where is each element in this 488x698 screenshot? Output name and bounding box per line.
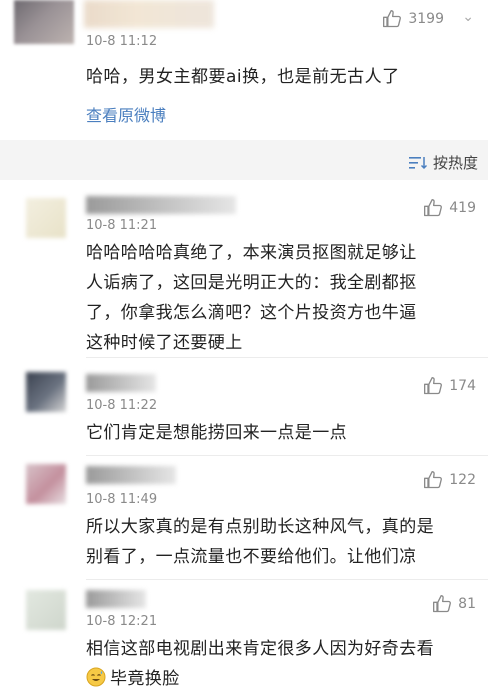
comment-line: 它们肯定是想能捞回来一点是一点 <box>86 423 347 443</box>
comment-line: 所以大家真的是有点别助长这种风气，真的是 <box>86 517 434 537</box>
comment-line: 毕竟换脸 <box>110 669 180 689</box>
username-blurred[interactable] <box>86 196 236 214</box>
comment-time: 10-8 12:21 <box>86 614 158 629</box>
like-count: 81 <box>458 596 476 612</box>
comment-item: 10-8 11:21 419 哈哈哈哈哈真绝了，本来演员抠图就足够让 人诟病了，… <box>0 180 488 358</box>
comment-text: 哈哈哈哈哈真绝了，本来演员抠图就足够让 人诟病了，这回是光明正大的：我全剧都抠 … <box>86 238 466 358</box>
comment-text: 所以大家真的是有点别助长这种风气，真的是 别看了，一点流量也不要给他们。让他们凉 <box>86 512 466 572</box>
thumbs-up-icon <box>424 471 443 489</box>
thumbs-up-icon <box>424 377 443 395</box>
comment-line: 相信这部电视剧出来肯定很多人因为好奇去看 <box>86 639 434 659</box>
sort-label: 按热度 <box>432 154 478 172</box>
comment-text: 相信这部电视剧出来肯定很多人因为好奇去看 毕竟换脸 <box>86 634 466 694</box>
like-button[interactable]: 174 <box>423 376 476 396</box>
thumbs-up-icon <box>424 199 443 217</box>
avatar[interactable] <box>26 464 66 504</box>
like-button[interactable]: 122 <box>423 470 476 490</box>
like-count: 122 <box>449 472 476 488</box>
like-count: 3199 <box>408 11 444 27</box>
like-count: 174 <box>449 378 476 394</box>
avatar[interactable] <box>26 198 66 238</box>
like-button[interactable]: 419 <box>423 198 476 218</box>
sort-by-hot-button[interactable]: 按热度 <box>408 152 478 173</box>
comment-item: 10-8 11:49 122 所以大家真的是有点别助长这种风气，真的是 别看了，… <box>0 456 488 580</box>
more-icon[interactable]: ⌄ <box>462 9 474 25</box>
top-comment-card: 10-8 11:12 3199 ⌄ 哈哈，男女主都要ai换，也是前无古人了 查看… <box>0 0 488 140</box>
comment-item: 10-8 11:22 174 它们肯定是想能捞回来一点是一点 <box>0 358 488 456</box>
avatar[interactable] <box>26 372 66 412</box>
username-blurred[interactable] <box>86 374 156 392</box>
comment-item: 10-8 12:21 81 相信这部电视剧出来肯定很多人因为好奇去看 毕竟换脸 <box>0 580 488 698</box>
username-blurred[interactable] <box>84 0 214 28</box>
sweat-smile-emoji <box>86 667 106 687</box>
username-blurred[interactable] <box>86 590 146 608</box>
username-blurred[interactable] <box>86 466 176 484</box>
sort-bar: 按热度 <box>0 140 488 180</box>
comment-line: 哈哈哈哈哈真绝了，本来演员抠图就足够让 <box>86 243 417 263</box>
comment-time: 10-8 11:21 <box>86 218 158 233</box>
like-button[interactable]: 3199 <box>382 9 444 29</box>
comment-time: 10-8 11:12 <box>86 34 158 49</box>
thumbs-up-icon <box>383 10 402 28</box>
comment-line: 了，你拿我怎么滴吧？这个片投资方也牛逼 <box>86 303 417 323</box>
sort-icon <box>408 156 427 169</box>
comment-time: 10-8 11:22 <box>86 398 158 413</box>
thumbs-up-icon <box>433 595 452 613</box>
comment-line: 人诟病了，这回是光明正大的：我全剧都抠 <box>86 273 417 293</box>
comment-line: 别看了，一点流量也不要给他们。让他们凉 <box>86 547 417 567</box>
avatar[interactable] <box>14 0 74 44</box>
comment-text: 它们肯定是想能捞回来一点是一点 <box>86 418 466 448</box>
comment-line-with-emoji: 毕竟换脸 <box>86 664 466 694</box>
avatar[interactable] <box>26 590 66 630</box>
view-original-weibo-link[interactable]: 查看原微博 <box>86 102 166 126</box>
comment-line: 这种时候了还要硬上 <box>86 333 243 353</box>
comment-text: 哈哈，男女主都要ai换，也是前无古人了 <box>86 67 400 87</box>
like-count: 419 <box>449 200 476 216</box>
like-button[interactable]: 81 <box>432 594 476 614</box>
comment-time: 10-8 11:49 <box>86 492 158 507</box>
